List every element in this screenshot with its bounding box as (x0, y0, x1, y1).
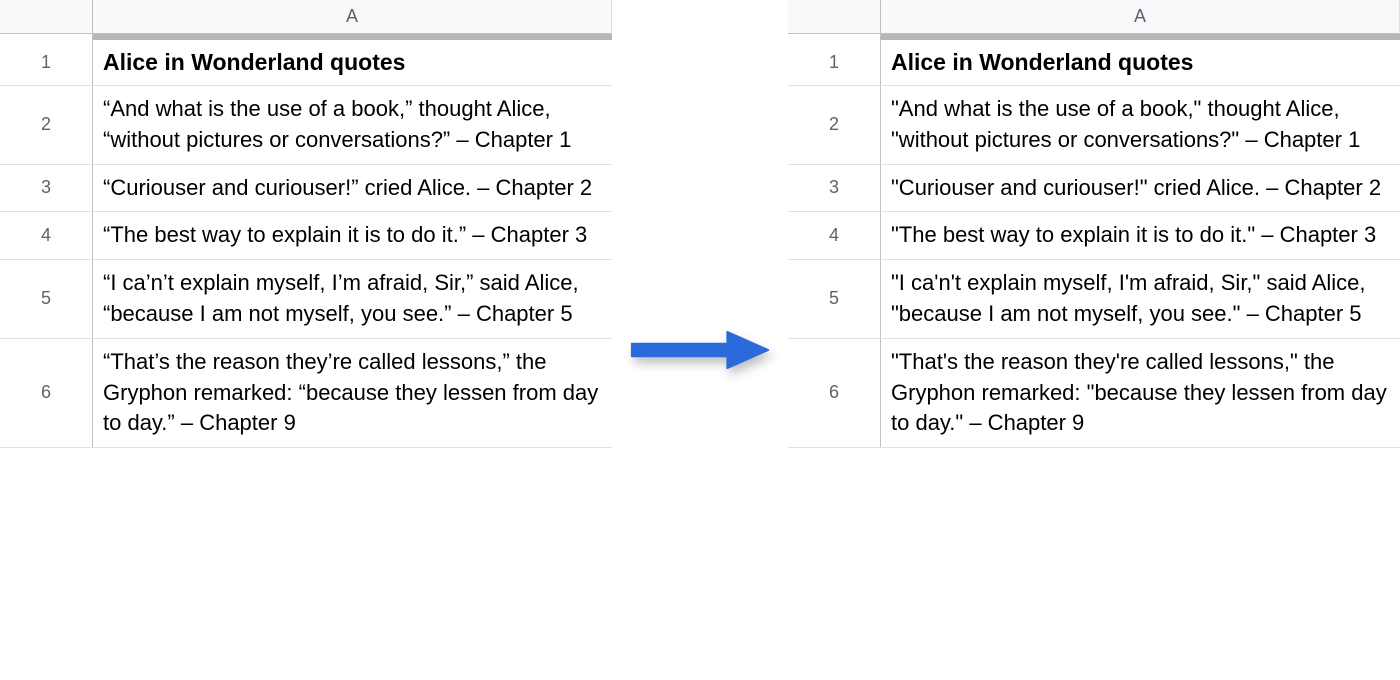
table-row: 3 “Curiouser and curiouser!” cried Alice… (0, 165, 612, 213)
cell[interactable]: “Curiouser and curiouser!” cried Alice. … (93, 165, 612, 212)
row-header[interactable]: 5 (0, 260, 93, 338)
table-row: 6 "That's the reason they're called less… (788, 339, 1400, 448)
header-row: A (0, 0, 612, 34)
spreadsheet-left: A 1 Alice in Wonderland quotes 2 “And wh… (0, 0, 612, 448)
table-row: 3 "Curiouser and curiouser!" cried Alice… (788, 165, 1400, 213)
cell[interactable]: “The best way to explain it is to do it.… (93, 212, 612, 259)
table-row: 2 "And what is the use of a book," thoug… (788, 86, 1400, 165)
row-header[interactable]: 2 (788, 86, 881, 164)
row-header[interactable]: 5 (788, 260, 881, 338)
cell-title[interactable]: Alice in Wonderland quotes (93, 40, 612, 85)
column-header-a[interactable]: A (881, 0, 1400, 34)
row-header[interactable]: 6 (0, 339, 93, 447)
row-header[interactable]: 6 (788, 339, 881, 447)
table-row: 4 “The best way to explain it is to do i… (0, 212, 612, 260)
cell[interactable]: "And what is the use of a book," thought… (881, 86, 1400, 164)
row-header[interactable]: 1 (0, 40, 93, 85)
cell[interactable]: "That's the reason they're called lesson… (881, 339, 1400, 447)
cell[interactable]: “And what is the use of a book,” thought… (93, 86, 612, 164)
table-row: 1 Alice in Wonderland quotes (788, 40, 1400, 86)
arrow-right-icon (622, 330, 778, 370)
row-header[interactable]: 2 (0, 86, 93, 164)
select-all-corner[interactable] (0, 0, 93, 34)
table-row: 2 “And what is the use of a book,” thoug… (0, 86, 612, 165)
cell[interactable]: “I ca’n’t explain myself, I’m afraid, Si… (93, 260, 612, 338)
cell[interactable]: “That’s the reason they’re called lesson… (93, 339, 612, 447)
cell[interactable]: "I ca'n't explain myself, I'm afraid, Si… (881, 260, 1400, 338)
table-row: 5 “I ca’n’t explain myself, I’m afraid, … (0, 260, 612, 339)
table-row: 6 “That’s the reason they’re called less… (0, 339, 612, 448)
table-row: 5 "I ca'n't explain myself, I'm afraid, … (788, 260, 1400, 339)
row-header[interactable]: 3 (0, 165, 93, 212)
arrow-container (612, 0, 788, 680)
cell[interactable]: "Curiouser and curiouser!" cried Alice. … (881, 165, 1400, 212)
spreadsheet-right: A 1 Alice in Wonderland quotes 2 "And wh… (788, 0, 1400, 448)
select-all-corner[interactable] (788, 0, 881, 34)
cell-title[interactable]: Alice in Wonderland quotes (881, 40, 1400, 85)
table-row: 1 Alice in Wonderland quotes (0, 40, 612, 86)
comparison-container: A 1 Alice in Wonderland quotes 2 “And wh… (0, 0, 1400, 680)
row-header[interactable]: 4 (788, 212, 881, 259)
table-row: 4 "The best way to explain it is to do i… (788, 212, 1400, 260)
row-header[interactable]: 3 (788, 165, 881, 212)
row-header[interactable]: 1 (788, 40, 881, 85)
column-header-a[interactable]: A (93, 0, 612, 34)
row-header[interactable]: 4 (0, 212, 93, 259)
cell[interactable]: "The best way to explain it is to do it.… (881, 212, 1400, 259)
header-row: A (788, 0, 1400, 34)
